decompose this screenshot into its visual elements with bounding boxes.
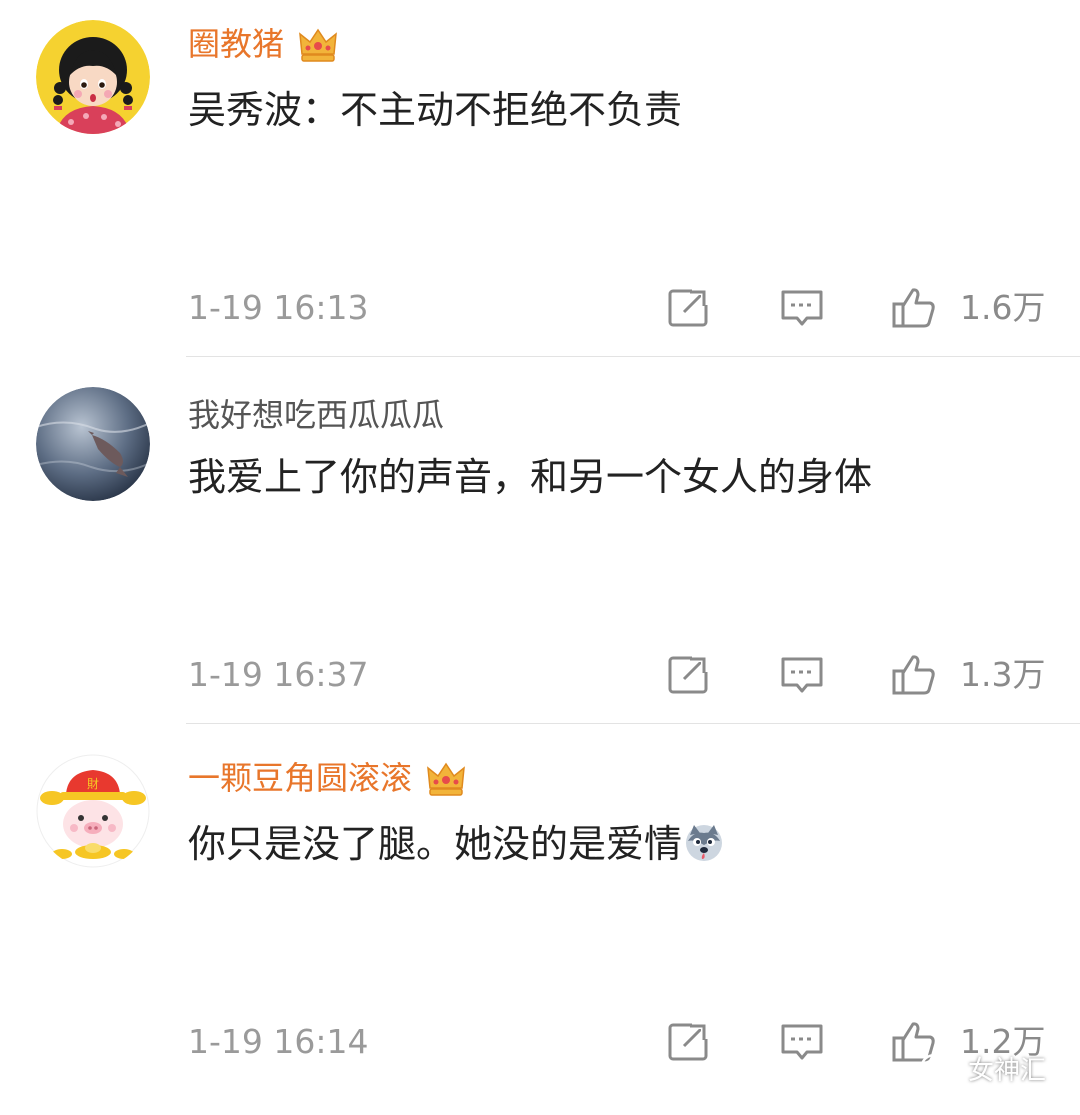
avatar[interactable]: 財 [36, 754, 150, 868]
svg-text:財: 財 [87, 776, 99, 791]
username-text: 一颗豆角圆滚滚 [188, 759, 413, 797]
vip-crown-icon [424, 756, 468, 800]
timestamp: 1-19 16:14 [188, 1022, 369, 1061]
avatar[interactable] [36, 387, 150, 501]
username-text: 圈教猪 [188, 25, 285, 63]
comment-text: 你只是没了腿。她没的是爱情 [188, 818, 724, 870]
username-text: 我好想吃西瓜瓜瓜 [188, 396, 445, 434]
vip-crown-icon [296, 22, 340, 66]
username[interactable]: 圈教猪 [188, 22, 340, 66]
comment-text-body: 你只是没了腿。她没的是爱情 [188, 822, 683, 866]
husky-emoji-icon [684, 823, 724, 863]
avatar[interactable] [36, 20, 150, 134]
comment-item: 財 一颗豆角圆滚滚 你只是没了腿。她没的是爱情 1-19 16:14 1.2万 [0, 734, 1080, 1101]
wechat-logo-icon [920, 1052, 960, 1086]
comment-item: 圈教猪 吴秀波：不主动不拒绝不负责 1-19 16:13 1.6万 [0, 0, 1080, 367]
watermark-text: 女神汇 [967, 1056, 1046, 1086]
divider [186, 356, 1080, 357]
like-thumb-icon[interactable] [891, 286, 937, 330]
comment-meta: 1-19 16:13 1.6万 [188, 286, 1048, 330]
watermark: 女神汇 [920, 1050, 1046, 1087]
comment-item: 我好想吃西瓜瓜瓜 我爱上了你的声音，和另一个女人的身体 1-19 16:37 1… [0, 367, 1080, 734]
like-count: 1.6万 [960, 288, 1046, 327]
reply-icon[interactable] [779, 653, 825, 697]
reply-icon[interactable] [779, 1020, 825, 1064]
share-icon[interactable] [666, 1020, 712, 1064]
timestamp: 1-19 16:37 [188, 655, 369, 694]
timestamp: 1-19 16:13 [188, 288, 369, 327]
share-icon[interactable] [666, 653, 712, 697]
like-thumb-icon[interactable] [891, 653, 937, 697]
comment-text: 吴秀波：不主动不拒绝不负责 [188, 88, 683, 132]
share-icon[interactable] [666, 286, 712, 330]
username[interactable]: 我好想吃西瓜瓜瓜 [188, 393, 444, 437]
like-count: 1.3万 [960, 655, 1046, 694]
comment-meta: 1-19 16:37 1.3万 [188, 653, 1048, 697]
reply-icon[interactable] [779, 286, 825, 330]
username[interactable]: 一颗豆角圆滚滚 [188, 756, 468, 800]
comment-text: 我爱上了你的声音，和另一个女人的身体 [188, 455, 873, 499]
divider [186, 723, 1080, 724]
